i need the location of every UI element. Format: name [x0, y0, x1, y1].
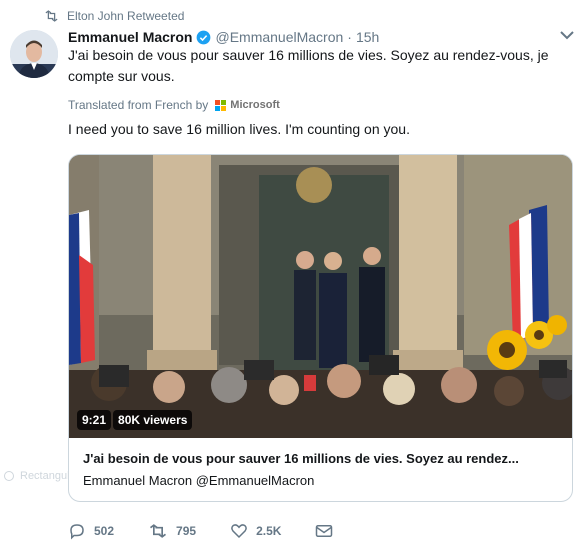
tweet-header: Emmanuel Macron @EmmanuelMacron · 15h: [68, 29, 379, 45]
retweet-count: 795: [176, 524, 197, 538]
reply-count: 502: [94, 524, 115, 538]
media-card[interactable]: 9:21 80K viewers J'ai besoin de vous pou…: [68, 154, 573, 502]
card-author[interactable]: Emmanuel Macron @EmmanuelMacron: [83, 473, 314, 488]
retweet-icon: [45, 10, 58, 22]
retweet-context[interactable]: Elton John Retweeted: [44, 9, 184, 23]
reply-button[interactable]: 502: [68, 522, 114, 540]
overlay-dot-icon: [4, 471, 14, 481]
verified-badge-icon: [197, 30, 211, 44]
avatar-image: [10, 30, 58, 78]
avatar[interactable]: [10, 30, 58, 78]
envelope-icon: [316, 525, 333, 537]
tweet-timestamp[interactable]: 15h: [356, 29, 379, 45]
microsoft-logo-icon: [215, 99, 227, 111]
viewer-count: 80K viewers: [113, 410, 193, 430]
video-duration: 9:21: [77, 410, 112, 430]
retweet-context-text: Elton John Retweeted: [67, 9, 185, 23]
card-title[interactable]: J'ai besoin de vous pour sauver 16 milli…: [83, 451, 563, 466]
video-player[interactable]: 9:21 80K viewers: [69, 155, 572, 438]
direct-message-button[interactable]: [315, 523, 333, 539]
retweet-action-icon: [150, 524, 167, 538]
tweet-actions: 502 795 2.5K: [68, 522, 367, 540]
chevron-down-icon[interactable]: [560, 30, 574, 40]
heart-icon: [231, 524, 247, 539]
author-name[interactable]: Emmanuel Macron: [68, 29, 192, 45]
like-button[interactable]: 2.5K: [230, 522, 281, 540]
video-thumbnail: [69, 155, 572, 438]
like-count: 2.5K: [256, 524, 282, 538]
translator-name: Microsoft: [230, 99, 280, 111]
author-handle[interactable]: @EmmanuelMacron: [215, 29, 343, 45]
translation-attribution: Translated from French by Microsoft: [68, 98, 280, 112]
background-overlay-label: Rectangul: [0, 470, 70, 482]
retweet-button[interactable]: 795: [148, 523, 196, 539]
reply-icon: [70, 524, 84, 540]
translated-from-label: Translated from French by: [68, 98, 209, 112]
translated-text: I need you to save 16 million lives. I'm…: [68, 121, 410, 137]
overlay-label-text: Rectangul: [20, 470, 70, 482]
video-badges: 9:21 80K viewers: [77, 410, 193, 430]
separator-dot: ·: [347, 29, 352, 45]
tweet-text: J'ai besoin de vous pour sauver 16 milli…: [68, 47, 549, 84]
